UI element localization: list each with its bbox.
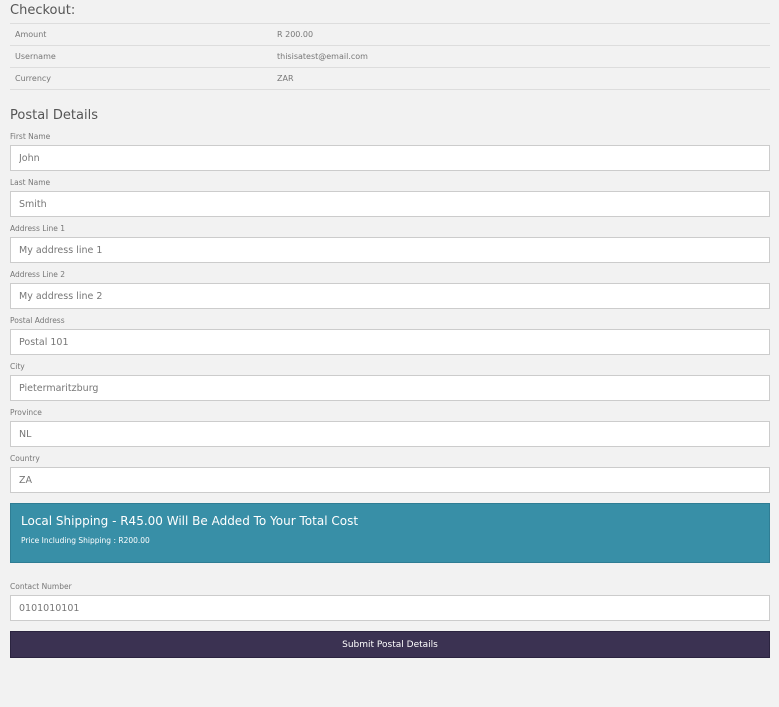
last-name-label: Last Name	[10, 178, 51, 187]
table-row: Amount R 200.00	[10, 24, 770, 46]
contact-number-label: Contact Number	[10, 582, 72, 591]
currency-value: ZAR	[272, 67, 770, 90]
postal-details-title: Postal Details	[10, 108, 98, 123]
amount-label: Amount	[10, 24, 272, 46]
province-input[interactable]	[10, 421, 770, 447]
city-label: City	[10, 362, 25, 371]
province-group: Province	[10, 408, 770, 447]
currency-label: Currency	[10, 67, 272, 90]
username-value: thisisatest@email.com	[272, 45, 770, 68]
contact-number-input[interactable]	[10, 595, 770, 621]
postal-address-group: Postal Address	[10, 316, 770, 355]
city-input[interactable]	[10, 375, 770, 401]
table-row: Username thisisatest@email.com	[10, 45, 770, 68]
city-group: City	[10, 362, 770, 401]
checkout-title: Checkout:	[10, 0, 770, 24]
address-line-2-input[interactable]	[10, 283, 770, 309]
contact-number-group: Contact Number	[10, 582, 770, 621]
address-line-2-group: Address Line 2	[10, 270, 770, 309]
address-line-2-label: Address Line 2	[10, 270, 66, 279]
table-row: Currency ZAR	[10, 67, 770, 90]
last-name-input[interactable]	[10, 191, 770, 217]
checkout-page: Checkout: Amount R 200.00 Username thisi…	[0, 0, 779, 707]
address-line-1-label: Address Line 1	[10, 224, 66, 233]
amount-value: R 200.00	[272, 24, 770, 46]
shipping-info-banner: Local Shipping - R45.00 Will Be Added To…	[10, 503, 770, 563]
shipping-title: Local Shipping - R45.00 Will Be Added To…	[21, 514, 359, 528]
first-name-label: First Name	[10, 132, 51, 141]
submit-postal-details-button[interactable]: Submit Postal Details	[10, 631, 770, 658]
address-line-1-group: Address Line 1	[10, 224, 770, 263]
province-label: Province	[10, 408, 42, 417]
country-input[interactable]	[10, 467, 770, 493]
country-group: Country	[10, 454, 770, 493]
username-label: Username	[10, 45, 272, 68]
first-name-group: First Name	[10, 132, 770, 171]
shipping-price-text: Price Including Shipping : R200.00	[21, 536, 150, 545]
postal-address-label: Postal Address	[10, 316, 65, 325]
country-label: Country	[10, 454, 40, 463]
last-name-group: Last Name	[10, 178, 770, 217]
postal-address-input[interactable]	[10, 329, 770, 355]
address-line-1-input[interactable]	[10, 237, 770, 263]
first-name-input[interactable]	[10, 145, 770, 171]
checkout-summary-table: Amount R 200.00 Username thisisatest@ema…	[10, 24, 770, 90]
